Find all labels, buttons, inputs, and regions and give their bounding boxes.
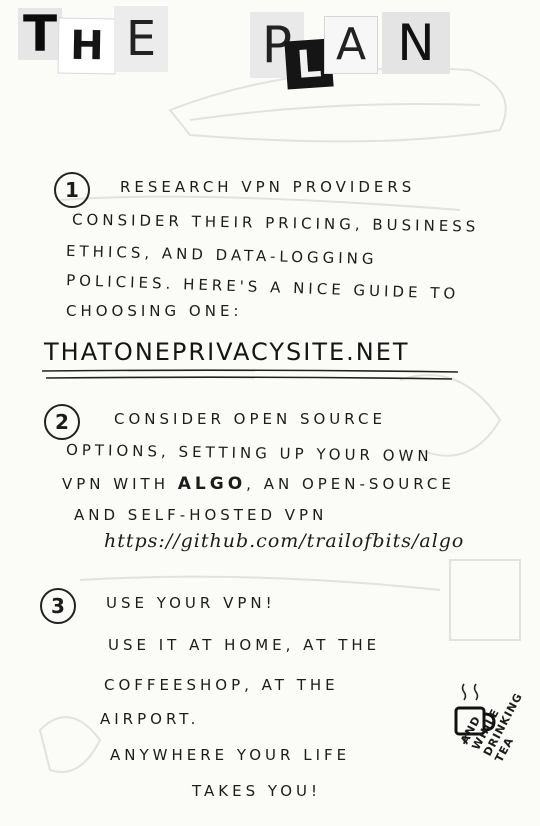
step-3-number: 3: [40, 588, 76, 624]
link-underline: [41, 369, 459, 380]
algo-word: ALGO: [177, 474, 247, 494]
algo-github-url[interactable]: https://github.com/trailofbits/algo: [104, 530, 464, 552]
step-1-line: CHOOSING ONE:: [66, 302, 243, 320]
title-letter: E: [114, 6, 168, 72]
step-2-line: VPN WITH ALGO, AN OPEN-SOURCE: [62, 474, 455, 494]
step-2-line: CONSIDER OPEN SOURCE: [114, 410, 386, 428]
title-letter: N: [382, 12, 450, 74]
step-3-line: AIRPORT.: [100, 710, 200, 728]
privacy-site-link[interactable]: THATONEPRIVACYSITE.NET: [44, 338, 410, 366]
step-1-number: 1: [54, 172, 90, 208]
step-1-line: RESEARCH VPN PROVIDERS: [120, 178, 416, 196]
text-segment: , AN OPEN-SOURCE: [246, 475, 455, 493]
title-letter: A: [324, 16, 378, 74]
title-letter: T: [18, 8, 62, 60]
step-3-line: COFFEESHOP, AT THE: [104, 676, 339, 694]
step-3-line: USE YOUR VPN!: [106, 594, 276, 612]
title-the-plan: T H E P L A N: [0, 0, 540, 90]
step-3-line: ANYWHERE YOUR LIFE: [110, 746, 351, 764]
step-3-line: TAKES YOU!: [192, 782, 322, 800]
text-segment: VPN WITH: [62, 475, 178, 493]
step-2-number: 2: [44, 404, 80, 440]
title-letter: H: [57, 17, 117, 75]
step-2-line: AND SELF-HOSTED VPN: [74, 506, 328, 524]
step-3-line: USE IT AT HOME, AT THE: [108, 636, 381, 654]
